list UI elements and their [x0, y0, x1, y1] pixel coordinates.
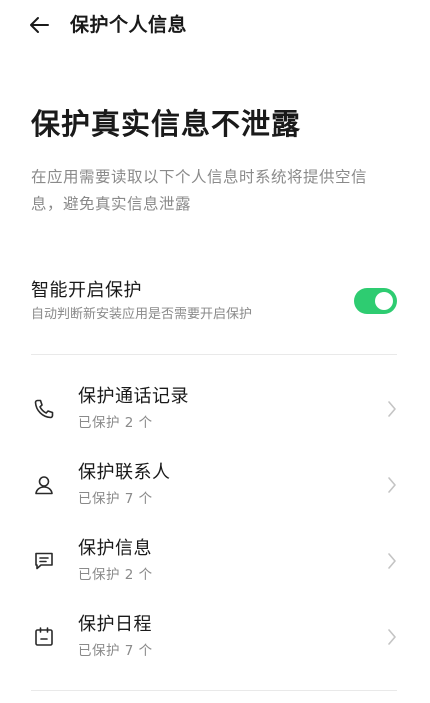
divider — [31, 354, 397, 355]
divider — [31, 690, 397, 691]
back-arrow-icon — [30, 17, 49, 33]
chevron-right-icon — [384, 626, 400, 648]
message-icon — [31, 548, 57, 574]
chevron-right-icon — [384, 474, 400, 496]
calendar-icon — [31, 624, 57, 650]
smart-protection-title: 智能开启保护 — [31, 280, 142, 301]
list-item-subtitle: 已保护 2 个 — [78, 567, 153, 583]
header-title: 保护个人信息 — [70, 14, 188, 36]
list-item-contacts[interactable]: 保护联系人 已保护 7 个 — [0, 448, 430, 522]
list-item-subtitle: 已保护 2 个 — [78, 415, 153, 431]
chevron-right-icon — [384, 550, 400, 572]
list-item-subtitle: 已保护 7 个 — [78, 643, 153, 659]
list-item-title: 保护联系人 — [78, 462, 171, 483]
chevron-right-icon — [384, 398, 400, 420]
list-item-title: 保护日程 — [78, 614, 152, 635]
smart-protection-subtitle: 自动判断新安装应用是否需要开启保护 — [31, 307, 253, 322]
back-button[interactable] — [22, 10, 56, 40]
page-description: 在应用需要读取以下个人信息时系统将提供空信息，避免真实信息泄露 — [31, 168, 368, 213]
smart-protection-row: 智能开启保护 自动判断新安装应用是否需要开启保护 — [31, 276, 399, 332]
top-bar: 保护个人信息 — [0, 0, 430, 50]
list-item-calendar[interactable]: 保护日程 已保护 7 个 — [0, 600, 430, 674]
toggle-knob — [375, 292, 393, 310]
page-title: 保护真实信息不泄露 — [31, 107, 302, 141]
list-item-title: 保护通话记录 — [78, 386, 189, 407]
list-item-call-log[interactable]: 保护通话记录 已保护 2 个 — [0, 372, 430, 446]
list-item-subtitle: 已保护 7 个 — [78, 491, 153, 507]
list-item-messages[interactable]: 保护信息 已保护 2 个 — [0, 524, 430, 598]
person-icon — [31, 472, 57, 498]
smart-protection-toggle[interactable] — [354, 288, 397, 314]
list-item-title: 保护信息 — [78, 538, 152, 559]
phone-icon — [31, 396, 57, 422]
